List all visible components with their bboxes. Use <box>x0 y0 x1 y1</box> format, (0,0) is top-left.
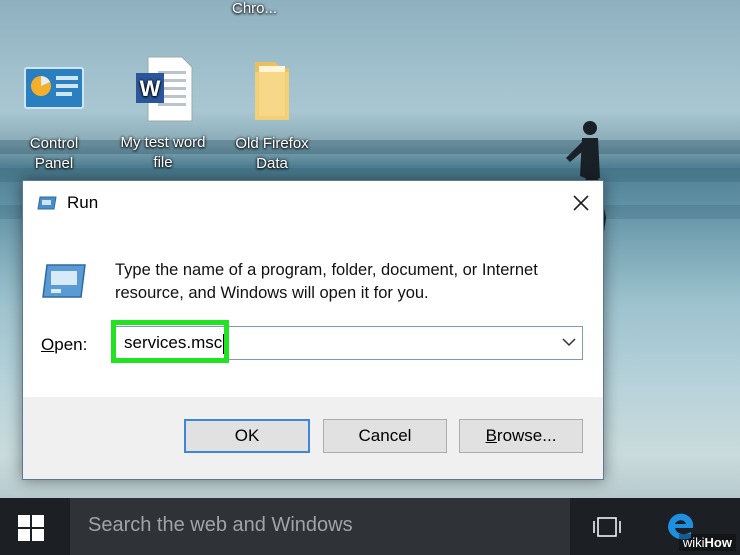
taskbar: Search the web and Windows <box>0 498 740 555</box>
desktop-icon-label: Control Panel <box>29 135 79 172</box>
browse-button[interactable]: Browse... <box>459 419 583 453</box>
sea-wave <box>0 140 740 154</box>
desktop-icon-old-firefox-data[interactable]: Old Firefox Data <box>227 58 317 174</box>
dialog-content: Type the name of a program, folder, docu… <box>23 225 603 397</box>
folder-icon <box>255 62 289 120</box>
desktop-icon-word-file[interactable]: W My test word file <box>118 55 208 173</box>
ok-button[interactable]: OK <box>184 419 310 453</box>
cancel-button[interactable]: Cancel <box>323 419 447 453</box>
taskbar-search-box[interactable]: Search the web and Windows <box>70 498 570 555</box>
wikihow-watermark: wikiHow <box>678 534 736 551</box>
control-panel-icon <box>24 67 84 109</box>
windows-start-icon[interactable] <box>18 515 44 541</box>
run-dialog: Run Type the name of a program, folder, … <box>22 180 604 480</box>
dialog-description: Type the name of a program, folder, docu… <box>115 261 538 302</box>
dialog-titlebar[interactable]: Run <box>23 181 603 225</box>
desktop-icon-label: Old Firefox Data <box>235 135 309 172</box>
close-button[interactable] <box>559 181 603 225</box>
word-document-icon: W <box>136 56 193 122</box>
highlight-box <box>111 320 229 363</box>
close-icon <box>573 195 589 211</box>
run-large-icon <box>42 264 86 298</box>
chevron-down-icon[interactable] <box>562 337 576 347</box>
run-icon <box>37 196 57 210</box>
task-view-icon[interactable] <box>592 516 622 538</box>
desktop-icon-control-panel[interactable]: Control Panel <box>9 62 99 174</box>
desktop-icon-label-chrome[interactable]: Chro... <box>232 0 277 17</box>
open-label: Open: <box>41 335 88 354</box>
svg-text:W: W <box>140 76 161 101</box>
desktop-icon-label: My test word file <box>120 134 206 171</box>
search-placeholder: Search the web and Windows <box>88 514 353 536</box>
dialog-title: Run <box>67 193 99 212</box>
